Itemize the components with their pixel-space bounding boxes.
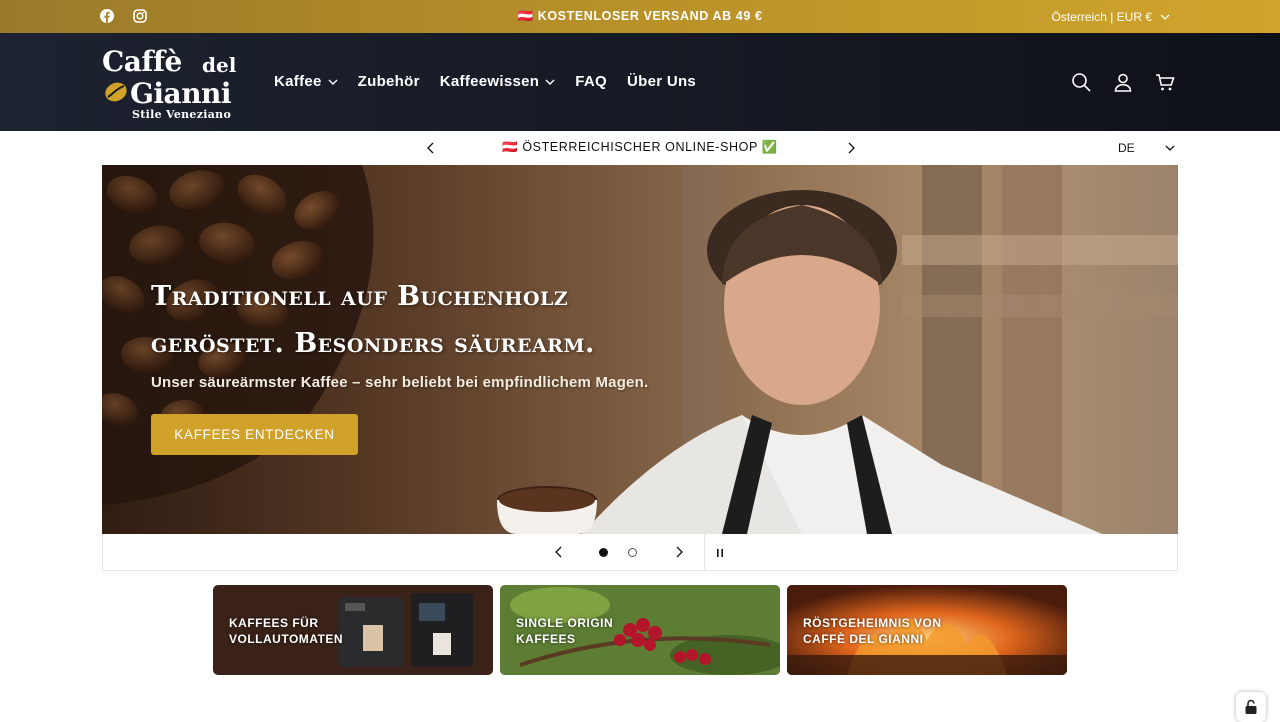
hero-heading-line2: geröstet. Besonders säurearm. xyxy=(151,328,595,359)
site-header: Caffè del Gianni Stile Veneziano Kaffee … xyxy=(0,33,1280,131)
privacy-settings-button[interactable] xyxy=(1236,692,1266,722)
tile-label-line2: CAFFÈ DEL GIANNI xyxy=(803,632,924,646)
tile-vollautomaten[interactable]: KAFFEES FÜR VOLLAUTOMATEN xyxy=(213,585,493,675)
chevron-down-icon xyxy=(1165,145,1175,151)
tile-label-line1: KAFFEES FÜR xyxy=(229,616,319,630)
nav-label: FAQ xyxy=(575,73,607,90)
coffee-bean-icon xyxy=(105,82,127,102)
header-icons xyxy=(1071,72,1175,92)
nav-item-zubehoer[interactable]: Zubehör xyxy=(358,73,420,90)
hero-heading: Traditionell auf Buchenholz geröstet. Be… xyxy=(151,273,711,367)
chevron-down-icon xyxy=(328,79,338,85)
chevron-right-icon[interactable] xyxy=(844,141,858,155)
cart-icon[interactable] xyxy=(1155,72,1175,92)
nav-item-kaffeewissen[interactable]: Kaffeewissen xyxy=(440,73,555,90)
announcement-text: 🇦🇹 ÖSTERREICHISCHER ONLINE-SHOP ✅ xyxy=(502,140,778,154)
country-currency-selector[interactable]: Österreich | EUR € xyxy=(1052,10,1170,24)
chevron-left-icon[interactable] xyxy=(552,545,566,559)
top-bar: 🇦🇹 KOSTENLOSER VERSAND AB 49 € Österreic… xyxy=(0,0,1280,33)
hero-heading-line1: Traditionell auf Buchenholz xyxy=(151,281,569,312)
tile-label: KAFFEES FÜR VOLLAUTOMATEN xyxy=(229,615,343,647)
tile-label: SINGLE ORIGIN KAFFEES xyxy=(516,615,613,647)
logo-tagline: Stile Veneziano xyxy=(132,108,232,121)
nav-item-ueber-uns[interactable]: Über Uns xyxy=(627,73,696,90)
slider-controls xyxy=(102,534,1178,571)
tile-label: RÖSTGEHEIMNIS VON CAFFÈ DEL GIANNI xyxy=(803,615,942,647)
chevron-right-icon[interactable] xyxy=(672,545,686,559)
tile-label-line2: KAFFEES xyxy=(516,632,576,646)
nav-item-kaffee[interactable]: Kaffee xyxy=(274,73,338,90)
main-nav: Kaffee Zubehör Kaffeewissen FAQ Über Uns xyxy=(274,73,716,90)
nav-label: Kaffee xyxy=(274,73,322,90)
chevron-down-icon xyxy=(1160,14,1170,20)
slide-dot-2[interactable] xyxy=(628,548,637,557)
logo-text-gianni: Gianni xyxy=(130,77,232,110)
nav-label: Kaffeewissen xyxy=(439,73,540,90)
locale-label: Österreich | EUR € xyxy=(1051,10,1152,24)
slide-dot-1[interactable] xyxy=(599,548,608,557)
tile-label-line1: RÖSTGEHEIMNIS VON xyxy=(803,616,942,630)
nav-label: Über Uns xyxy=(626,73,697,90)
nav-item-faq[interactable]: FAQ xyxy=(575,73,607,90)
tile-label-line2: VOLLAUTOMATEN xyxy=(229,632,344,646)
tile-label-line1: SINGLE ORIGIN xyxy=(516,616,614,630)
logo-text-del: del xyxy=(202,53,237,77)
hero-subheading: Unser säureärmster Kaffee – sehr beliebt… xyxy=(151,374,649,391)
logo-text-caffe: Caffè xyxy=(102,45,182,78)
account-icon[interactable] xyxy=(1113,72,1133,92)
hero-slide: Traditionell auf Buchenholz geröstet. Be… xyxy=(102,165,1178,534)
tile-roestgeheimnis[interactable]: RÖSTGEHEIMNIS VON CAFFÈ DEL GIANNI xyxy=(787,585,1067,675)
language-label: DE xyxy=(1118,141,1135,155)
pause-icon[interactable] xyxy=(714,546,726,558)
announcement-bar: 🇦🇹 ÖSTERREICHISCHER ONLINE-SHOP ✅ DE xyxy=(0,131,1280,165)
language-selector[interactable]: DE xyxy=(1118,141,1175,155)
nav-label: Zubehör xyxy=(357,73,420,90)
lock-icon xyxy=(1245,699,1257,714)
divider xyxy=(704,534,705,570)
tile-single-origin[interactable]: SINGLE ORIGIN KAFFEES xyxy=(500,585,780,675)
site-logo[interactable]: Caffè del Gianni Stile Veneziano xyxy=(102,45,238,121)
chevron-down-icon xyxy=(545,79,555,85)
search-icon[interactable] xyxy=(1071,72,1091,92)
discover-coffees-button[interactable]: KAFFEES ENTDECKEN xyxy=(151,414,358,455)
